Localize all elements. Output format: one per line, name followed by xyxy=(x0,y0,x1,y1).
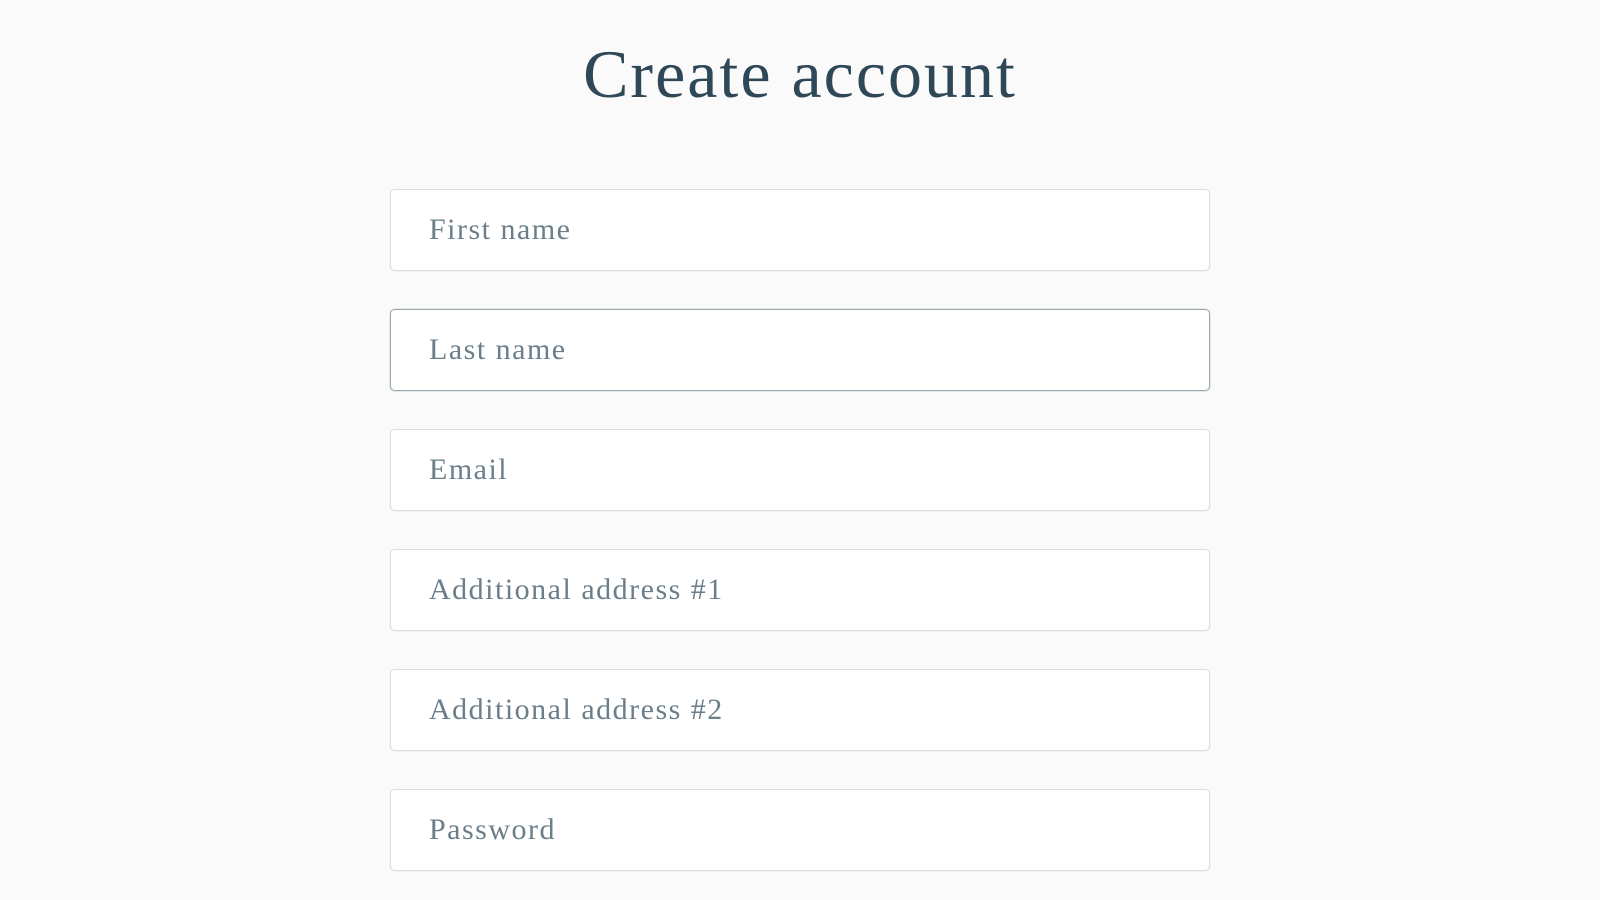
additional-address-2-field[interactable] xyxy=(390,669,1210,751)
first-name-field[interactable] xyxy=(390,189,1210,271)
create-account-container: Create account xyxy=(0,0,1600,871)
email-field[interactable] xyxy=(390,429,1210,511)
page-title: Create account xyxy=(583,35,1017,114)
additional-address-1-field[interactable] xyxy=(390,549,1210,631)
signup-form xyxy=(390,189,1210,871)
password-field[interactable] xyxy=(390,789,1210,871)
last-name-field[interactable] xyxy=(390,309,1210,391)
